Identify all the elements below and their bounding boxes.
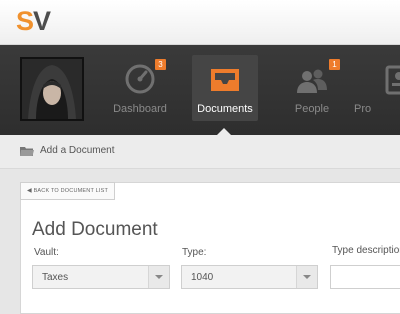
vault-label: Vault: [34,247,59,258]
active-nav-caret [217,128,231,135]
main-navigation: 3 Dashboard Documents 1 People Pro [0,45,400,135]
type-value: 1040 [191,272,214,283]
back-button-label: BACK TO DOCUMENT LIST [33,188,109,194]
nav-people-label: People [294,103,330,115]
breadcrumb: Add a Document [0,135,400,169]
folder-icon [20,147,34,156]
nav-profile-label: Pro [354,103,372,115]
vault-select[interactable]: Taxes [32,265,170,289]
inbox-tray-icon [211,69,239,91]
nav-dashboard[interactable]: 3 Dashboard [107,55,173,121]
profile-card-icon [385,65,400,95]
app-logo[interactable]: SV [16,6,51,36]
nav-documents[interactable]: Documents [192,55,258,121]
add-document-form: ◀ BACK TO DOCUMENT LIST Add Document Vau… [20,182,400,314]
back-to-document-list-button[interactable]: ◀ BACK TO DOCUMENT LIST [20,182,116,200]
speedometer-icon [125,64,155,94]
nav-profile[interactable]: Pro [354,55,400,121]
top-header: SV [0,0,400,45]
type-description-input[interactable] [330,265,400,289]
dashboard-badge: 3 [155,59,166,70]
nav-people[interactable]: 1 People [279,55,345,121]
type-dropdown-arrow-icon[interactable] [296,266,317,288]
people-badge: 1 [329,59,340,70]
logo-letter-s: S [16,6,34,36]
people-icon [297,69,327,93]
type-select[interactable]: 1040 [181,265,318,289]
type-label: Type: [182,247,207,258]
vault-value: Taxes [42,272,69,283]
nav-dashboard-label: Dashboard [113,103,167,115]
user-avatar[interactable] [20,57,84,121]
logo-letter-v: V [33,6,51,36]
vault-dropdown-arrow-icon[interactable] [148,266,169,288]
breadcrumb-label: Add a Document [40,145,115,156]
type-description-label: Type description [332,245,400,256]
back-arrow-icon: ◀ [27,188,32,194]
nav-documents-label: Documents [197,103,253,115]
page-title: Add Document [32,219,158,240]
